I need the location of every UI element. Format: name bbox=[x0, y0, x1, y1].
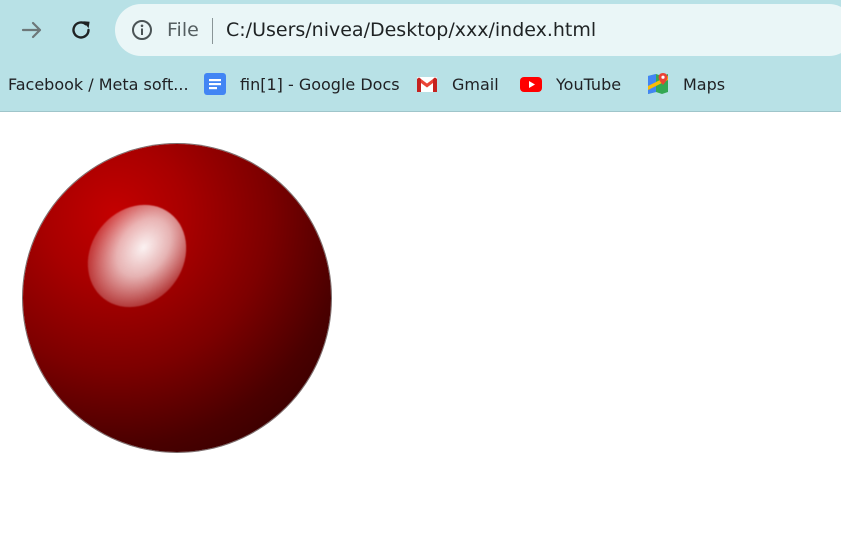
google-maps-icon bbox=[648, 73, 668, 94]
address-bar[interactable]: File C:/Users/nivea/Desktop/xxx/index.ht… bbox=[115, 4, 841, 56]
bookmarks-bar: Facebook / Meta soft... fin[1] - Google … bbox=[0, 66, 841, 102]
bookmark-label: fin[1] - Google Docs bbox=[240, 74, 400, 94]
bookmark-gmail[interactable]: Gmail bbox=[415, 70, 499, 98]
bookmark-label: Facebook / Meta soft... bbox=[8, 74, 189, 94]
bookmark-label: YouTube bbox=[556, 74, 622, 94]
reload-button[interactable] bbox=[62, 11, 100, 49]
bookmark-maps[interactable]: Maps bbox=[646, 70, 725, 98]
page-content bbox=[0, 112, 841, 560]
address-divider bbox=[212, 18, 213, 44]
bookmark-google-docs[interactable]: fin[1] - Google Docs bbox=[203, 70, 400, 98]
reload-icon bbox=[72, 21, 90, 39]
bookmark-facebook[interactable]: Facebook / Meta soft... bbox=[8, 70, 189, 98]
bookmark-label: Maps bbox=[683, 74, 726, 94]
scheme-label: File bbox=[167, 19, 199, 41]
toolbar: File C:/Users/nivea/Desktop/xxx/index.ht… bbox=[0, 0, 841, 60]
gmail-icon bbox=[417, 77, 437, 92]
bookmark-youtube[interactable]: YouTube bbox=[519, 70, 621, 98]
red-ball bbox=[23, 144, 331, 452]
browser-chrome: File C:/Users/nivea/Desktop/xxx/index.ht… bbox=[0, 0, 841, 112]
youtube-icon bbox=[520, 77, 542, 92]
bookmark-label: Gmail bbox=[452, 74, 499, 94]
url-text[interactable]: C:/Users/nivea/Desktop/xxx/index.html bbox=[226, 18, 596, 42]
google-docs-icon bbox=[204, 73, 226, 95]
arrow-right-icon bbox=[21, 21, 42, 39]
ball-highlight bbox=[67, 185, 207, 327]
forward-button[interactable] bbox=[13, 11, 51, 49]
info-icon[interactable] bbox=[131, 19, 153, 41]
